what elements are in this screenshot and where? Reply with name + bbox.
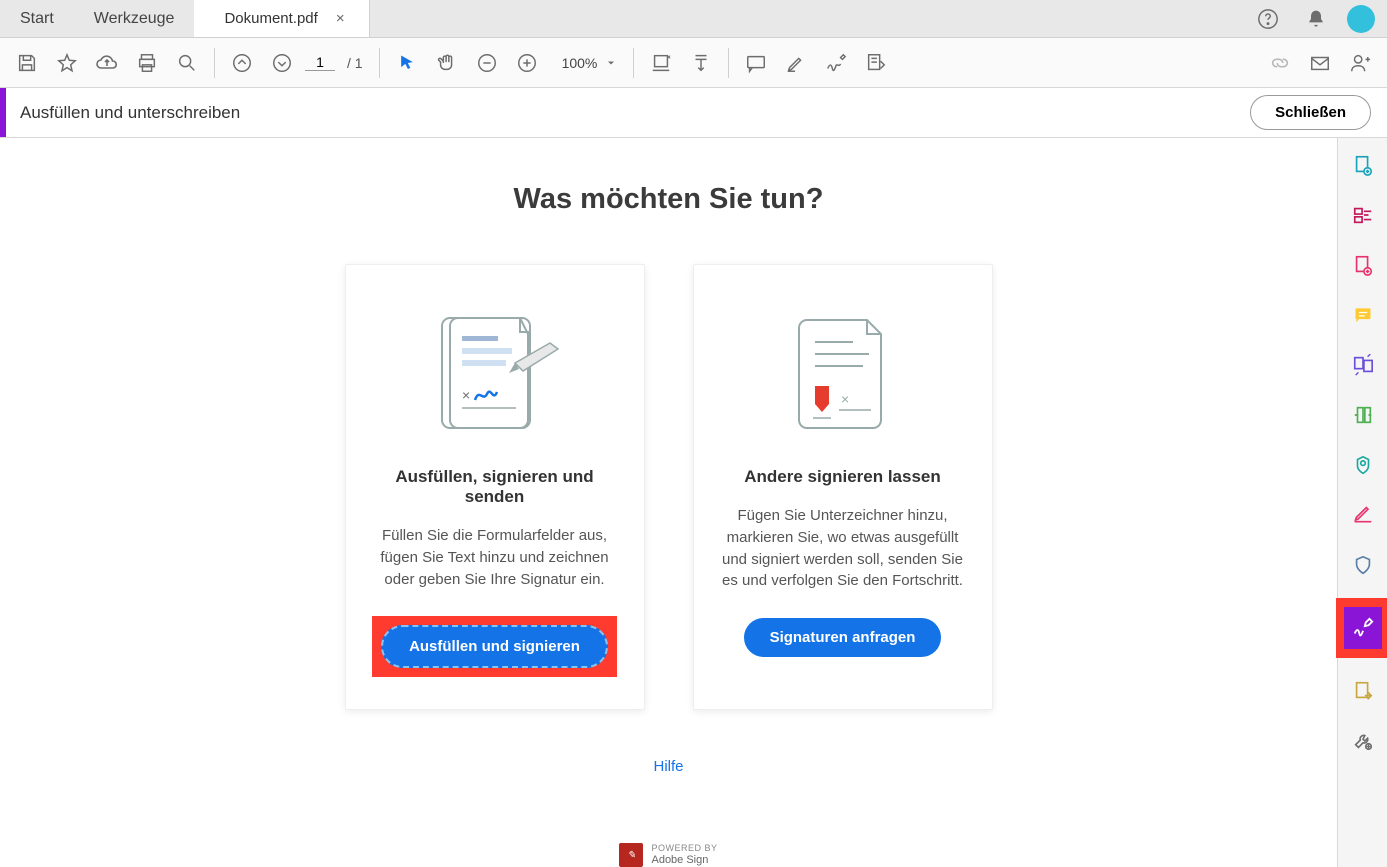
cards-row: × Ausfüllen, signieren und senden Füllen… <box>0 264 1337 710</box>
tab-document[interactable]: Dokument.pdf × <box>194 0 369 37</box>
sign-icon[interactable] <box>819 46 853 80</box>
main-area: Was möchten Sie tun? × <box>0 138 1387 867</box>
comment-icon[interactable] <box>739 46 773 80</box>
edit-icon[interactable] <box>859 46 893 80</box>
help-icon[interactable] <box>1251 2 1285 36</box>
rail-organize-icon[interactable] <box>1350 352 1376 378</box>
zoom-dropdown[interactable]: 100% <box>550 55 624 71</box>
footer-brand: Adobe Sign <box>651 854 717 866</box>
page-total-label: / 1 <box>347 55 363 71</box>
rail-combine-icon[interactable] <box>1350 202 1376 228</box>
request-signatures-button[interactable]: Signaturen anfragen <box>744 618 942 657</box>
tool-header: Ausfüllen und unterschreiben Schließen <box>0 88 1387 138</box>
close-tool-button[interactable]: Schließen <box>1250 95 1371 130</box>
highlight-icon[interactable] <box>779 46 813 80</box>
zoom-in-icon[interactable] <box>510 46 544 80</box>
fill-sign-illustration: × <box>370 303 620 443</box>
rail-redact-icon[interactable] <box>1350 502 1376 528</box>
rail-fill-sign-icon[interactable] <box>1344 607 1382 649</box>
content-area: Was möchten Sie tun? × <box>0 138 1337 867</box>
fill-and-sign-button[interactable]: Ausfüllen und signieren <box>381 625 608 668</box>
tab-tools[interactable]: Werkzeuge <box>74 0 195 37</box>
svg-text:×: × <box>462 387 470 403</box>
link-icon[interactable] <box>1263 46 1297 80</box>
tab-document-label: Dokument.pdf <box>224 10 317 27</box>
footer: ✎ POWERED BY Adobe Sign <box>0 843 1337 867</box>
save-icon[interactable] <box>10 46 44 80</box>
rail-export-icon[interactable] <box>1350 678 1376 704</box>
toolbar: / 1 100% <box>0 38 1387 88</box>
star-icon[interactable] <box>50 46 84 80</box>
hand-tool-icon[interactable] <box>430 46 464 80</box>
rail-more-tools-icon[interactable] <box>1350 728 1376 754</box>
share-user-icon[interactable] <box>1343 46 1377 80</box>
rail-stamp-icon[interactable] <box>1350 452 1376 478</box>
svg-text:×: × <box>841 391 849 407</box>
user-avatar[interactable] <box>1347 5 1375 33</box>
rail-protect-icon[interactable] <box>1350 552 1376 578</box>
card-request-signatures: × Andere signieren lassen Fügen Sie Unte… <box>693 264 993 710</box>
email-icon[interactable] <box>1303 46 1337 80</box>
rail-create-pdf-icon[interactable] <box>1350 152 1376 178</box>
card-left-title: Ausfüllen, signieren und senden <box>370 467 620 507</box>
card-right-title: Andere signieren lassen <box>718 467 968 487</box>
help-link[interactable]: Hilfe <box>653 758 683 775</box>
tabs-right <box>1251 0 1387 37</box>
find-icon[interactable] <box>170 46 204 80</box>
highlight-rail-fill-sign <box>1336 598 1387 658</box>
rail-edit-pdf-icon[interactable] <box>1350 252 1376 278</box>
tab-close-button[interactable]: × <box>336 10 345 27</box>
zoom-value: 100% <box>562 55 598 71</box>
fit-width-icon[interactable] <box>644 46 678 80</box>
right-tools-rail <box>1337 138 1387 867</box>
tab-start[interactable]: Start <box>0 0 74 37</box>
zoom-out-icon[interactable] <box>470 46 504 80</box>
cloud-upload-icon[interactable] <box>90 46 124 80</box>
card-left-desc: Füllen Sie die Formularfelder aus, fügen… <box>370 525 620 590</box>
print-icon[interactable] <box>130 46 164 80</box>
page-number-input[interactable] <box>305 54 335 71</box>
footer-powered: POWERED BY <box>651 844 717 854</box>
accent-strip <box>0 88 6 137</box>
selection-tool-icon[interactable] <box>390 46 424 80</box>
page-down-icon[interactable] <box>265 46 299 80</box>
rail-comment-icon[interactable] <box>1350 302 1376 328</box>
page-up-icon[interactable] <box>225 46 259 80</box>
request-sign-illustration: × <box>718 303 968 443</box>
tabs-bar: Start Werkzeuge Dokument.pdf × <box>0 0 1387 38</box>
highlight-fill-sign-button: Ausfüllen und signieren <box>372 616 617 677</box>
card-fill-sign: × Ausfüllen, signieren und senden Füllen… <box>345 264 645 710</box>
scroll-mode-icon[interactable] <box>684 46 718 80</box>
tool-title: Ausfüllen und unterschreiben <box>20 103 240 123</box>
rail-compress-icon[interactable] <box>1350 402 1376 428</box>
headline: Was möchten Sie tun? <box>0 183 1337 216</box>
card-right-desc: Fügen Sie Unterzeichner hinzu, markieren… <box>718 505 968 592</box>
adobe-sign-badge-icon: ✎ <box>619 843 643 867</box>
bell-icon[interactable] <box>1299 2 1333 36</box>
